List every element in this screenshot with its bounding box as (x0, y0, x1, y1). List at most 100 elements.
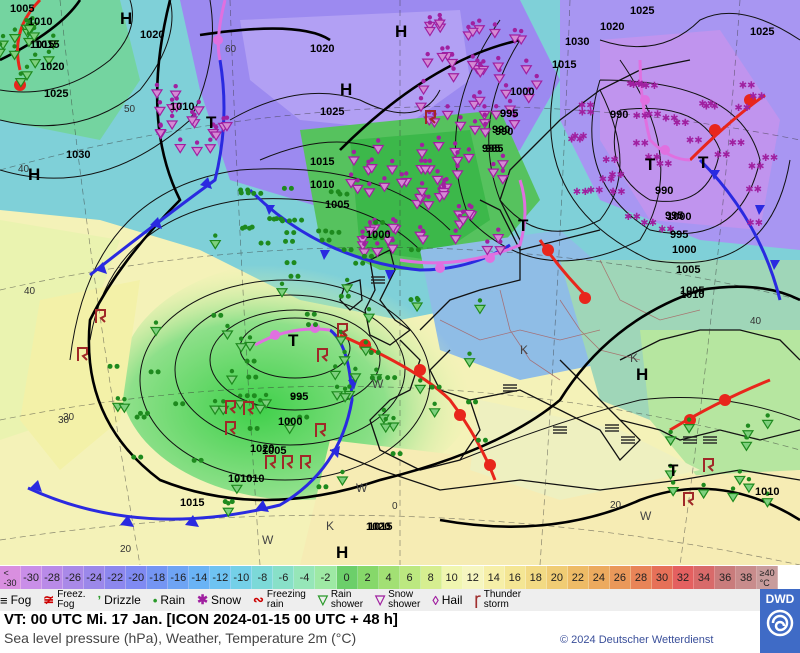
centers-T: T (645, 155, 656, 174)
temp-label: 50 (124, 104, 136, 115)
snow-symbol: ✱✱ (746, 218, 763, 229)
svg-text:✱✱: ✱✱ (746, 218, 763, 229)
legend-snow: ✱ Snow (197, 592, 241, 608)
svg-text:✱✱: ✱✱ (739, 80, 756, 91)
other-mark: W (262, 533, 274, 547)
pressure-label: 1010 (228, 473, 252, 485)
pressure-label: 995 (500, 108, 518, 120)
pressure-label: 1020 (600, 21, 624, 33)
scale-cell: 2 (357, 566, 379, 589)
pressure-label: 990 (655, 185, 673, 197)
pressure-label: 1005 (680, 285, 704, 297)
pressure-label: 990 (610, 109, 628, 121)
scale-cell: 22 (567, 566, 589, 589)
legend-rain: • Rain (153, 593, 185, 608)
snow-symbol: ✱✱ (739, 80, 756, 91)
svg-text:✱✱: ✱✱ (734, 103, 751, 114)
scale-cell: -22 (105, 566, 127, 589)
snow-symbol: ✱✱ (734, 103, 751, 114)
pressure-label: 1010 (170, 101, 194, 113)
snow-symbol: ✱✱ (729, 138, 746, 149)
fog-icon: ≡ (0, 592, 8, 608)
snow-symbol: ✱✱ (632, 139, 649, 150)
legend-hail-label: Hail (441, 593, 463, 607)
freezing-rain-icon: ∾ (253, 592, 264, 607)
temp-label: 30 (63, 412, 75, 423)
svg-text:✱✱: ✱✱ (702, 101, 719, 112)
other-mark: W (356, 481, 368, 495)
scale-cell: 36 (715, 566, 737, 589)
pressure-label: 1005 (10, 3, 34, 15)
dwd-logo: DWD (760, 589, 800, 653)
temp-label: 60 (225, 44, 237, 55)
snow-shower-icon: ▽ (375, 592, 386, 607)
svg-text:✱✱: ✱✱ (729, 138, 746, 149)
centers-T: T (698, 153, 709, 172)
scale-cell: -16 (168, 566, 190, 589)
centers-H: H (395, 22, 407, 41)
scale-cell: -28 (42, 566, 64, 589)
scale-cell: 28 (630, 566, 652, 589)
legend-rain-shower: ▽ Rain shower (318, 590, 363, 610)
pressure-label: 1015 (310, 156, 334, 168)
snow-symbol: ✱✱ (602, 155, 619, 166)
scale-cell: -14 (189, 566, 211, 589)
snow-symbol: ✱✱ (587, 185, 604, 196)
snow-symbol: ✱✱ (686, 135, 703, 146)
pressure-label: 1020 (140, 29, 164, 41)
temp-label: 20 (120, 544, 132, 555)
pressure-label: 1015 (368, 521, 392, 533)
scale-cell: -8 (252, 566, 274, 589)
scale-cell: < -30 (0, 566, 22, 589)
copyright-text: © 2024 Deutscher Wetterdienst (560, 634, 714, 646)
pressure-label: 1020 (250, 443, 274, 455)
pressure-label: 1000 (366, 229, 390, 241)
svg-text:✱✱: ✱✱ (587, 185, 604, 196)
snow-icon: ✱ (197, 592, 208, 607)
centers-H: H (28, 165, 40, 184)
centers-H: H (340, 80, 352, 99)
scale-cell: 12 (462, 566, 484, 589)
legend-snow-shower: ▽ Snow shower (375, 590, 420, 610)
scale-cell: -18 (147, 566, 169, 589)
svg-text:✱✱: ✱✱ (745, 184, 762, 195)
snow-symbol: ✱✱ (748, 161, 765, 172)
centers-T: T (206, 113, 217, 132)
pressure-label: 1025 (630, 5, 654, 17)
legend-rain-shower-label-2: shower (330, 599, 364, 610)
svg-text:✱✱: ✱✱ (578, 108, 595, 119)
legend-freezing-rain-label-2: rain (266, 599, 284, 610)
drizzle-icon: ʼ (97, 592, 102, 608)
legend-fog: ≡ Fog (0, 593, 31, 608)
pressure-label: 1000 (667, 211, 691, 223)
scale-cell: -10 (231, 566, 253, 589)
svg-text:✱✱: ✱✱ (632, 139, 649, 150)
snow-symbol: ✱✱ (642, 81, 659, 92)
svg-text:✱✱: ✱✱ (609, 187, 626, 198)
legend-thunderstorm-label-2: storm (483, 599, 509, 610)
scale-cell: -4 (294, 566, 316, 589)
snow-symbol: ✱✱ (702, 101, 719, 112)
legend-freezing-fog-label-2: Fog (57, 599, 75, 610)
scale-cell: -24 (84, 566, 106, 589)
legend-drizzle-label: Drizzle (104, 593, 141, 607)
legend-snow-label: Snow (210, 593, 242, 607)
other-mark: W (640, 509, 652, 523)
scale-cell: -12 (210, 566, 232, 589)
snow-symbol: ✱✱ (632, 111, 649, 122)
scale-cell: 38 (736, 566, 758, 589)
scale-cell: -2 (315, 566, 337, 589)
snow-symbol: ✱✱ (640, 218, 657, 229)
legend-thunderstorm: Ꞅ Thunder storm (474, 590, 521, 610)
centers-T: T (518, 216, 529, 235)
svg-text:✱✱: ✱✱ (642, 81, 659, 92)
snow-symbol: ✱✱ (714, 150, 731, 161)
other-mark: K (630, 351, 638, 365)
pressure-label: 1025 (320, 106, 344, 118)
pressure-label: 1015 (30, 39, 54, 51)
map-footer: VT: 00 UTC Mi. 17 Jan. [ICON 2024-01-15 … (0, 611, 760, 653)
pressure-label: 990 (495, 126, 513, 138)
pressure-label: 1000 (278, 416, 302, 428)
pressure-label: 1000 (510, 86, 534, 98)
scale-cell: 10 (441, 566, 463, 589)
